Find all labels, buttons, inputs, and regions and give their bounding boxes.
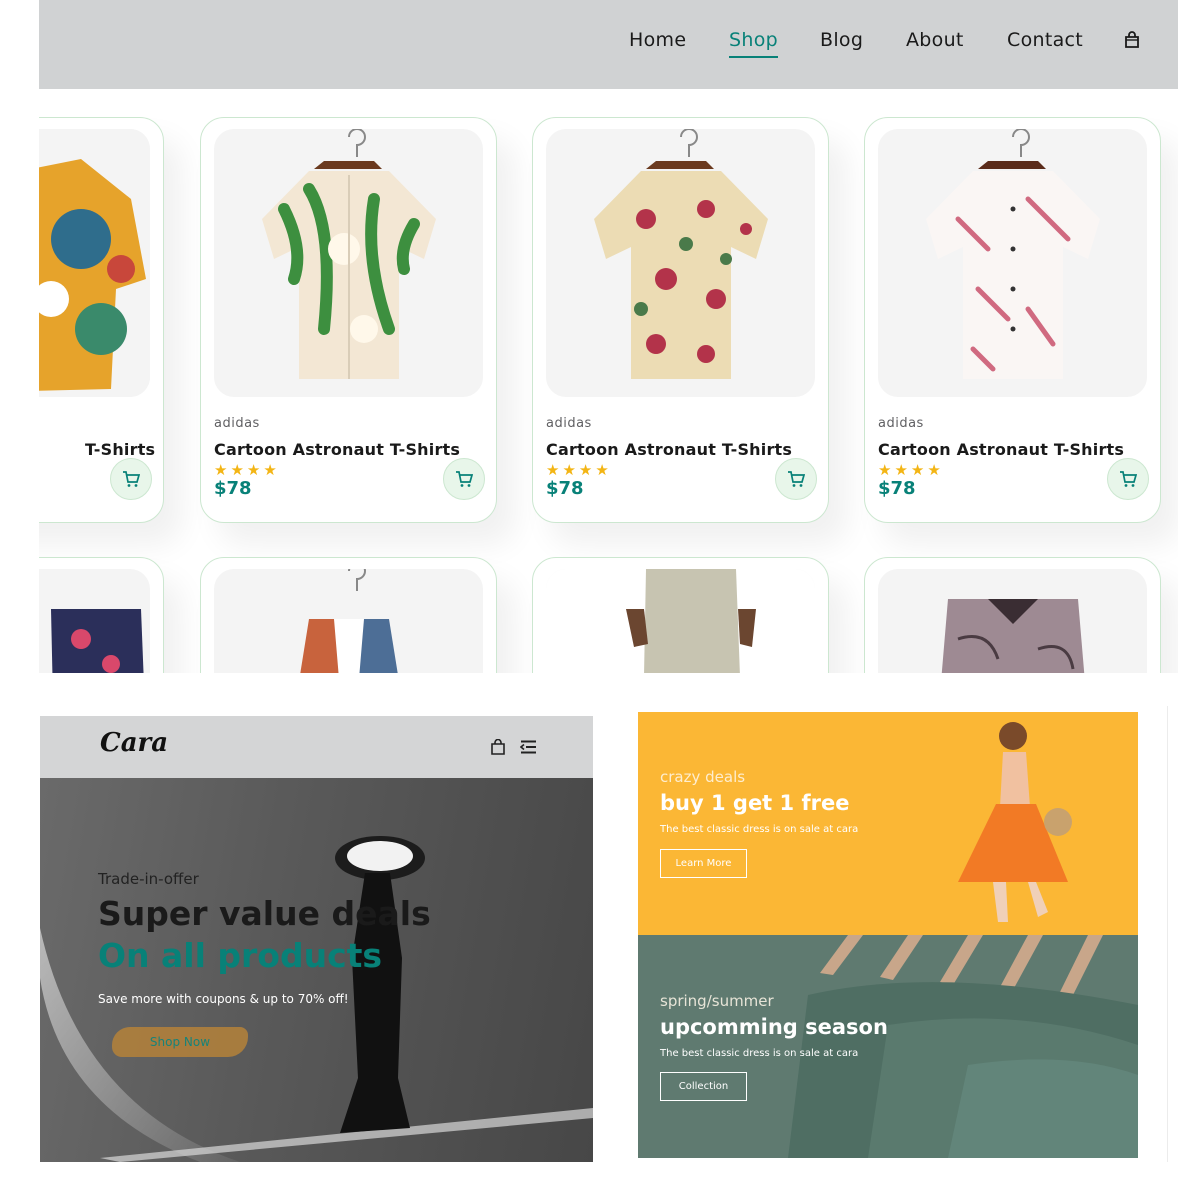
nav-link-shop-label: Shop: [729, 29, 778, 51]
product-card-partial[interactable]: [39, 557, 164, 673]
dark-floral-shirt-image: [51, 609, 144, 673]
product-price: $78: [546, 478, 584, 499]
banner-title: buy 1 get 1 free: [660, 791, 850, 815]
rating-stars: ★★★★: [214, 461, 280, 479]
hero-title: Super value deals: [98, 894, 431, 933]
linen-pants-image: [546, 569, 815, 673]
rating-stars: ★★★★: [878, 461, 944, 479]
collection-button[interactable]: Collection: [660, 1072, 747, 1101]
navbar: Home Shop Blog About Contact: [39, 0, 1178, 89]
product-card[interactable]: [864, 557, 1161, 673]
product-name: T-Shirts: [85, 440, 156, 459]
hero-header: Cara: [40, 716, 593, 778]
nav-link-home[interactable]: Home: [629, 29, 686, 51]
hero-subtitle: Trade-in-offer: [98, 870, 199, 888]
add-to-cart-button[interactable]: [1107, 458, 1149, 500]
add-to-cart-button[interactable]: [443, 458, 485, 500]
product-image: [878, 129, 1147, 397]
rose-print-shirt-image: [594, 129, 768, 379]
shopping-bag-icon[interactable]: [1124, 31, 1140, 49]
product-card[interactable]: adidas Cartoon Astronaut T-Shirts ★★★★ $…: [864, 117, 1161, 523]
banner-title: upcomming season: [660, 1015, 888, 1039]
add-to-cart-button[interactable]: [110, 458, 152, 500]
product-name: Cartoon Astronaut T-Shirts: [878, 440, 1125, 459]
product-brand: adidas: [878, 416, 924, 431]
product-image: [39, 569, 150, 673]
shopping-bag-icon[interactable]: [491, 739, 505, 755]
add-to-cart-button[interactable]: [775, 458, 817, 500]
product-price: $78: [214, 478, 252, 499]
hero-description: Save more with coupons & up to 70% off!: [98, 992, 349, 1006]
nav-link-shop[interactable]: Shop: [729, 29, 778, 58]
banner-kicker: spring/summer: [660, 992, 774, 1010]
banner-crazy-deals: crazy deals buy 1 get 1 free The best cl…: [638, 712, 1138, 935]
product-image: [214, 129, 483, 397]
product-image: [878, 569, 1147, 673]
banner-upcoming-season: spring/summer upcomming season The best …: [638, 935, 1138, 1158]
product-card[interactable]: adidas Cartoon Astronaut T-Shirts ★★★★ $…: [200, 117, 497, 523]
two-tone-shirt-image: [300, 569, 398, 673]
cart-icon: [456, 471, 473, 487]
nav-link-contact[interactable]: Contact: [1007, 29, 1083, 51]
brand-logo[interactable]: Cara: [100, 728, 168, 758]
active-underline: [729, 56, 778, 58]
cart-icon: [123, 471, 140, 487]
nav-link-about[interactable]: About: [906, 29, 964, 51]
cart-icon: [788, 471, 805, 487]
product-image: [39, 129, 150, 397]
printed-top-image: [941, 599, 1085, 673]
product-brand: adidas: [214, 416, 260, 431]
banner-description: The best classic dress is on sale at car…: [660, 1048, 859, 1059]
hero-section: Cara Trade-in-offer Super value deals On…: [40, 716, 593, 1162]
product-card-partial[interactable]: T-Shirts: [39, 117, 164, 523]
product-price: $78: [878, 478, 916, 499]
product-name: Cartoon Astronaut T-Shirts: [546, 440, 793, 459]
pink-floral-shirt-image: [926, 129, 1100, 379]
floral-shirt-image: [262, 129, 436, 379]
patterned-shirt-image: [39, 129, 150, 397]
promo-banners: crazy deals buy 1 get 1 free The best cl…: [638, 712, 1138, 1158]
hanging-tshirts-image: [788, 935, 1138, 1158]
rating-stars: ★★★★: [546, 461, 612, 479]
product-image: [214, 569, 483, 673]
product-image: [546, 129, 815, 397]
banner-description: The best classic dress is on sale at car…: [660, 824, 859, 835]
product-name: Cartoon Astronaut T-Shirts: [214, 440, 461, 459]
menu-icon[interactable]: [520, 740, 537, 754]
hero-title-highlight: On all products: [98, 936, 383, 975]
divider: [1167, 706, 1168, 1162]
cart-icon: [1120, 471, 1137, 487]
product-brand: adidas: [546, 416, 592, 431]
banner-kicker: crazy deals: [660, 768, 746, 786]
shop-page-screenshot: Home Shop Blog About Contact T-Shirts ad…: [39, 0, 1178, 673]
model-orange-skirt-image: [958, 722, 1072, 922]
product-card[interactable]: adidas Cartoon Astronaut T-Shirts ★★★★ $…: [532, 117, 829, 523]
product-card[interactable]: [532, 557, 829, 673]
shop-now-button[interactable]: Shop Now: [112, 1027, 248, 1057]
learn-more-button[interactable]: Learn More: [660, 849, 747, 878]
product-card[interactable]: [200, 557, 497, 673]
nav-link-blog[interactable]: Blog: [820, 29, 863, 51]
product-image: [546, 569, 815, 673]
